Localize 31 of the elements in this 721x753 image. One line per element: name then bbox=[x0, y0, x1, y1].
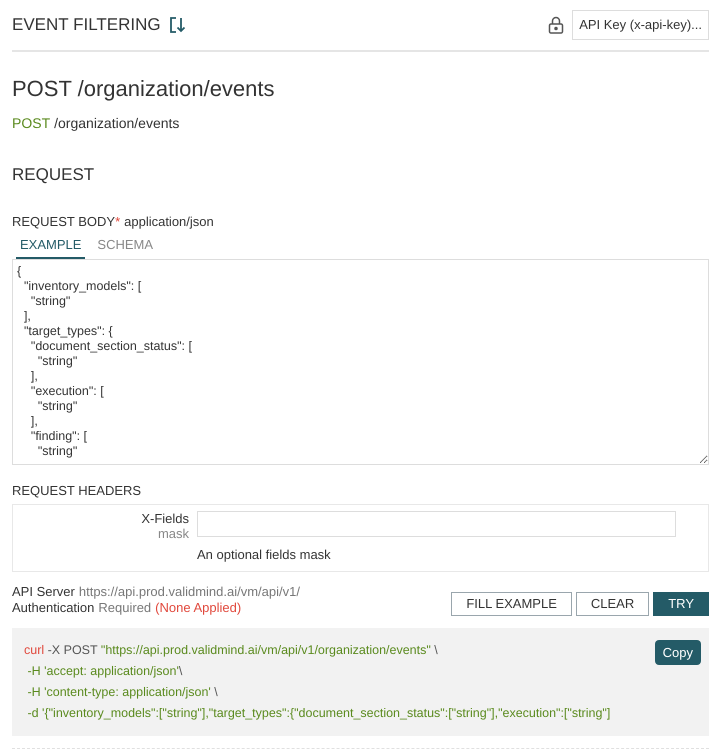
header-type: mask bbox=[158, 526, 189, 541]
lock-icon bbox=[548, 16, 564, 34]
curl-line: -H 'accept: application/json'\ bbox=[26, 662, 182, 680]
curl-line: -d '{"inventory_models":["string"],"target_types":{"document_section_status":["string"],"execution":["string"] bbox=[26, 704, 610, 722]
server-label: API Server bbox=[12, 584, 75, 600]
endpoint-path: /organization/events bbox=[54, 114, 180, 133]
header-input[interactable] bbox=[197, 511, 676, 537]
collapse-icon[interactable] bbox=[168, 16, 187, 34]
action-button[interactable]: CLEAR bbox=[576, 592, 650, 616]
section-title: EVENT FILTERING bbox=[12, 14, 161, 36]
content-type: application/json bbox=[124, 212, 214, 231]
curl-line: -H 'content-type: application/json' \ bbox=[26, 684, 218, 701]
action-button[interactable]: TRY bbox=[653, 592, 709, 616]
body-tab[interactable]: SCHEMA bbox=[93, 235, 158, 258]
request-body-editor[interactable]: { "inventory_models": [ "string" ], "target_types": { "document_section_status": [ "string" ], "execution": [ "string" ], "finding": [ "string" bbox=[12, 258, 709, 464]
header-description: An optional fields mask bbox=[197, 546, 332, 564]
auth-value: Required bbox=[98, 600, 152, 616]
copy-button[interactable]: Copy bbox=[654, 640, 701, 664]
auth-status: (None Applied) bbox=[155, 600, 242, 616]
curl-line: curl -X POST "https://api.prod.validmind.ai/vm/api/v1/organization/events" \ bbox=[24, 642, 438, 659]
body-tab[interactable]: EXAMPLE bbox=[16, 235, 86, 258]
action-button[interactable]: FILL EXAMPLE bbox=[451, 592, 572, 616]
request-headers-heading: REQUEST HEADERS bbox=[12, 482, 142, 500]
auth-label: Authentication bbox=[12, 600, 94, 616]
request-heading: REQUEST bbox=[12, 164, 96, 186]
endpoint-title: POST /organization/events bbox=[12, 75, 276, 103]
auth-button[interactable]: API Key (x-api-key)... bbox=[572, 10, 709, 40]
header-name: X-Fields bbox=[141, 511, 189, 526]
http-method: POST bbox=[12, 114, 50, 133]
server-url: https://api.prod.validmind.ai/vm/api/v1/ bbox=[78, 584, 300, 600]
request-body-label: REQUEST BODY* bbox=[12, 212, 120, 230]
